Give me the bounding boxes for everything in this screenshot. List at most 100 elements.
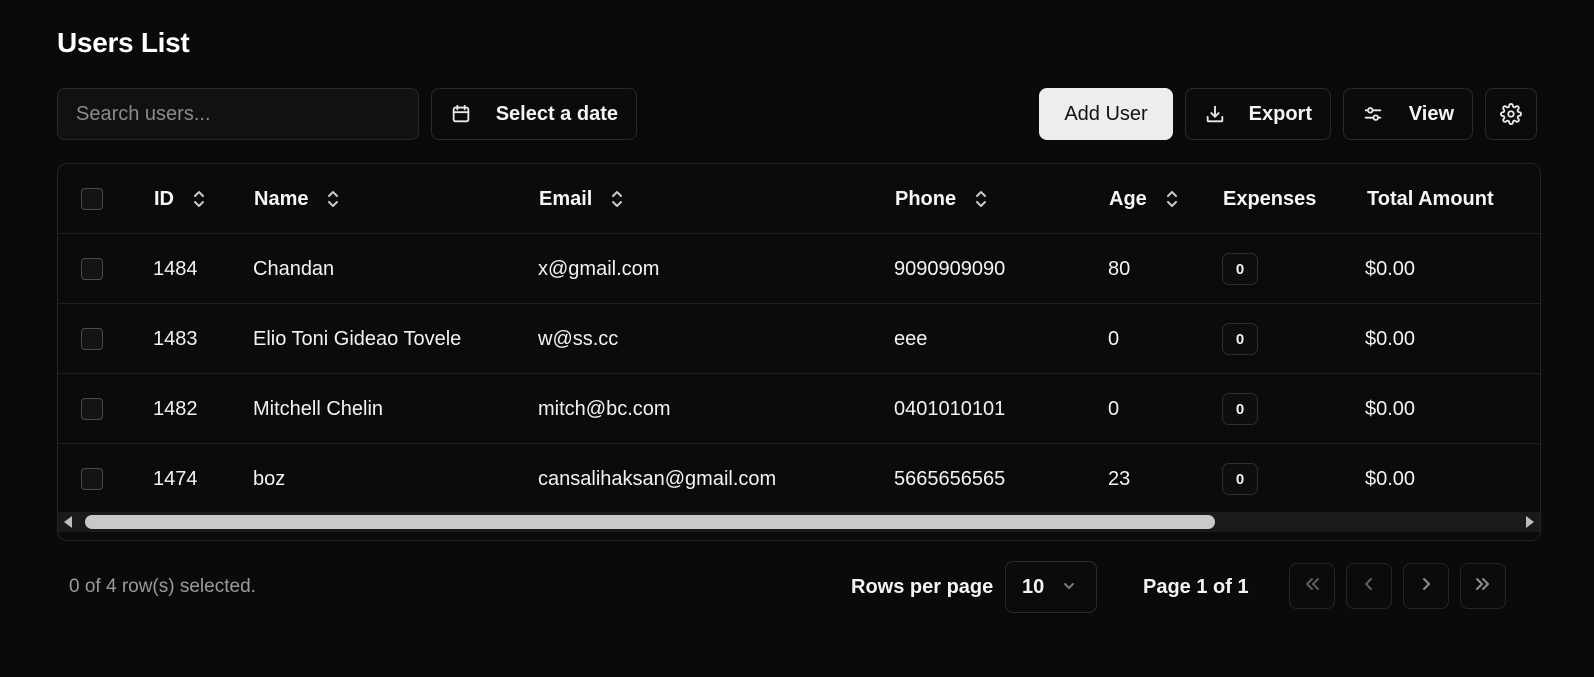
chevron-left-icon [1359, 574, 1379, 599]
scroll-right-arrow-icon[interactable] [1526, 516, 1534, 528]
rows-per-page-value: 10 [1022, 575, 1045, 598]
cell-email: x@gmail.com [538, 257, 660, 280]
column-header-label: Name [254, 187, 309, 210]
expenses-badge: 0 [1222, 323, 1258, 355]
expenses-badge: 0 [1222, 393, 1258, 425]
cell-name: Elio Toni Gideao Tovele [253, 327, 462, 350]
row-checkbox[interactable] [81, 468, 103, 490]
sort-icon[interactable] [610, 190, 624, 208]
row-select-cell [81, 374, 103, 444]
cell-name: Mitchell Chelin [253, 397, 384, 420]
column-header-label: Total Amount [1367, 187, 1494, 210]
chevron-right-icon [1416, 574, 1436, 599]
rows-per-page-label: Rows per page [851, 575, 994, 598]
cell-age: 80 [1108, 257, 1131, 280]
column-header-email[interactable]: Email [539, 164, 624, 234]
column-header-total-amount: Total Amount [1367, 164, 1494, 234]
cell-total-amount: $0.00 [1365, 257, 1416, 280]
cell-id: 1483 [153, 327, 198, 350]
view-label: View [1408, 102, 1454, 125]
cell-id: 1474 [153, 467, 198, 490]
row-checkbox[interactable] [81, 398, 103, 420]
sort-icon[interactable] [1165, 190, 1179, 208]
selection-count: 0 of 4 row(s) selected. [69, 576, 256, 597]
scroll-left-arrow-icon[interactable] [64, 516, 72, 528]
next-page-button[interactable] [1403, 563, 1449, 609]
settings-button[interactable] [1485, 88, 1537, 140]
column-header-label: Email [539, 187, 593, 210]
cell-total-amount: $0.00 [1365, 327, 1416, 350]
sort-icon[interactable] [192, 190, 206, 208]
first-page-button[interactable] [1289, 563, 1335, 609]
select-all-cell [81, 164, 103, 234]
users-table: ID Name Email Phone Age Expenses Total A… [57, 163, 1541, 541]
cell-age: 0 [1108, 397, 1120, 420]
cell-expenses: 0 [1222, 304, 1258, 374]
cell-name: Chandan [253, 257, 335, 280]
toolbar: Select a date Add User Export View [57, 88, 1541, 140]
cell-email: mitch@bc.com [538, 397, 671, 420]
gear-icon [1500, 103, 1522, 125]
column-header-label: ID [154, 187, 174, 210]
previous-page-button[interactable] [1346, 563, 1392, 609]
expenses-badge: 0 [1222, 253, 1258, 285]
cell-total-amount: $0.00 [1365, 467, 1416, 490]
cell-email: w@ss.cc [538, 327, 619, 350]
scrollbar-thumb[interactable] [85, 515, 1215, 529]
column-header-label: Phone [895, 187, 957, 210]
column-header-phone[interactable]: Phone [895, 164, 988, 234]
row-select-cell [81, 304, 103, 374]
row-select-cell [81, 234, 103, 304]
column-header-name[interactable]: Name [254, 164, 340, 234]
view-button[interactable]: View [1343, 88, 1473, 140]
page-title: Users List [57, 27, 190, 58]
cell-id: 1484 [153, 257, 198, 280]
row-checkbox[interactable] [81, 328, 103, 350]
chevron-down-icon [1062, 576, 1076, 599]
select-all-checkbox[interactable] [81, 188, 103, 210]
page-indicator: Page 1 of 1 [1143, 575, 1249, 598]
date-picker-label: Select a date [495, 102, 618, 125]
cell-age: 0 [1108, 327, 1120, 350]
horizontal-scrollbar[interactable] [58, 512, 1540, 532]
calendar-icon [450, 103, 472, 125]
cell-phone: 5665656565 [894, 467, 1006, 490]
cell-phone: eee [894, 327, 928, 350]
double-chevron-right-icon [1473, 574, 1493, 599]
column-header-label: Expenses [1223, 187, 1317, 210]
export-button[interactable]: Export [1185, 88, 1331, 140]
cell-name: boz [253, 467, 286, 490]
column-header-label: Age [1109, 187, 1147, 210]
table-footer: 0 of 4 row(s) selected. Rows per page 10… [57, 561, 1541, 613]
cell-expenses: 0 [1222, 234, 1258, 304]
table-row[interactable]: 1482 Mitchell Chelin mitch@bc.com 040101… [58, 374, 1540, 444]
cell-phone: 0401010101 [894, 397, 1006, 420]
download-icon [1204, 103, 1226, 125]
row-checkbox[interactable] [81, 258, 103, 280]
column-header-id[interactable]: ID [154, 164, 206, 234]
double-chevron-left-icon [1302, 574, 1322, 599]
cell-age: 23 [1108, 467, 1131, 490]
cell-phone: 9090909090 [894, 257, 1006, 280]
date-picker-button[interactable]: Select a date [431, 88, 637, 140]
sort-icon[interactable] [974, 190, 988, 208]
expenses-badge: 0 [1222, 463, 1258, 495]
cell-email: cansalihaksan@gmail.com [538, 467, 777, 490]
row-select-cell [81, 444, 103, 514]
table-row[interactable]: 1483 Elio Toni Gideao Tovele w@ss.cc eee… [58, 304, 1540, 374]
cell-id: 1482 [153, 397, 198, 420]
column-header-age[interactable]: Age [1109, 164, 1179, 234]
add-user-button[interactable]: Add User [1039, 88, 1173, 140]
table-row[interactable]: 1484 Chandan x@gmail.com 9090909090 80 0… [58, 234, 1540, 304]
sort-icon[interactable] [326, 190, 340, 208]
export-label: Export [1248, 102, 1312, 125]
table-row[interactable]: 1474 boz cansalihaksan@gmail.com 5665656… [58, 444, 1540, 514]
search-input[interactable] [57, 88, 419, 140]
cell-expenses: 0 [1222, 374, 1258, 444]
add-user-label: Add User [1064, 102, 1148, 125]
cell-total-amount: $0.00 [1365, 397, 1416, 420]
sliders-icon [1362, 103, 1384, 125]
last-page-button[interactable] [1460, 563, 1506, 609]
rows-per-page-select[interactable]: 10 [1005, 561, 1097, 613]
column-header-expenses: Expenses [1223, 164, 1316, 234]
